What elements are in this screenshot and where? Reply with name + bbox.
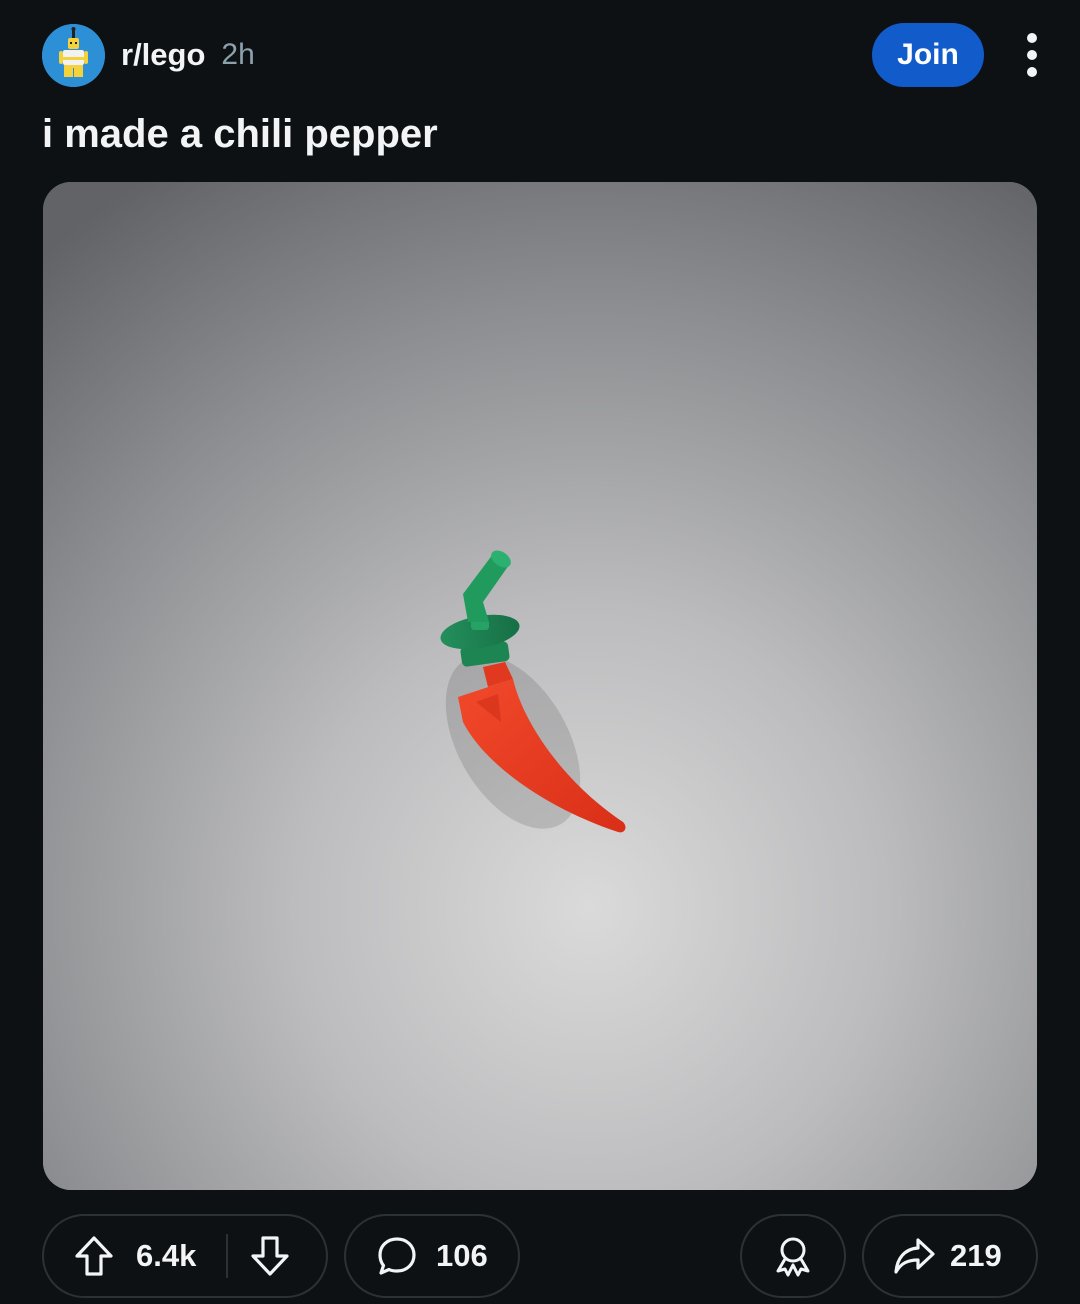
lego-minifigure-icon xyxy=(42,23,105,87)
comments-button[interactable]: 106 xyxy=(344,1214,520,1298)
share-button[interactable]: 219 xyxy=(862,1214,1038,1298)
share-icon-wrap xyxy=(892,1235,936,1277)
downvote-button[interactable] xyxy=(250,1235,290,1277)
post-card: r/lego 2h Join i made a chili pepper 6.4… xyxy=(0,0,1080,1304)
subreddit-avatar[interactable] xyxy=(42,23,105,87)
comment-count: 106 xyxy=(436,1238,488,1273)
comment-icon-wrap xyxy=(376,1235,418,1277)
post-image[interactable] xyxy=(43,182,1037,1190)
subreddit-name[interactable]: r/lego xyxy=(121,37,205,73)
more-options-button[interactable] xyxy=(1008,23,1056,87)
vote-control: 6.4k xyxy=(42,1214,328,1298)
arrow-down-icon xyxy=(251,1236,289,1276)
post-title[interactable]: i made a chili pepper xyxy=(42,108,438,160)
action-bar: 6.4k 106 219 xyxy=(42,1214,1038,1298)
upvote-button[interactable] xyxy=(74,1235,114,1277)
more-vertical-icon xyxy=(1027,33,1037,77)
comment-bubble-icon xyxy=(378,1237,416,1275)
post-header: r/lego 2h Join xyxy=(42,22,1038,88)
arrow-up-icon xyxy=(75,1236,113,1276)
vote-divider xyxy=(226,1234,229,1278)
vote-count: 6.4k xyxy=(136,1238,197,1273)
share-count: 219 xyxy=(950,1238,1002,1273)
award-icon xyxy=(776,1237,810,1277)
award-button[interactable] xyxy=(740,1214,846,1298)
share-arrow-icon xyxy=(894,1238,935,1274)
lego-chili-pepper-image xyxy=(43,182,1037,1190)
join-button[interactable]: Join xyxy=(872,23,984,87)
post-age: 2h xyxy=(221,38,255,71)
